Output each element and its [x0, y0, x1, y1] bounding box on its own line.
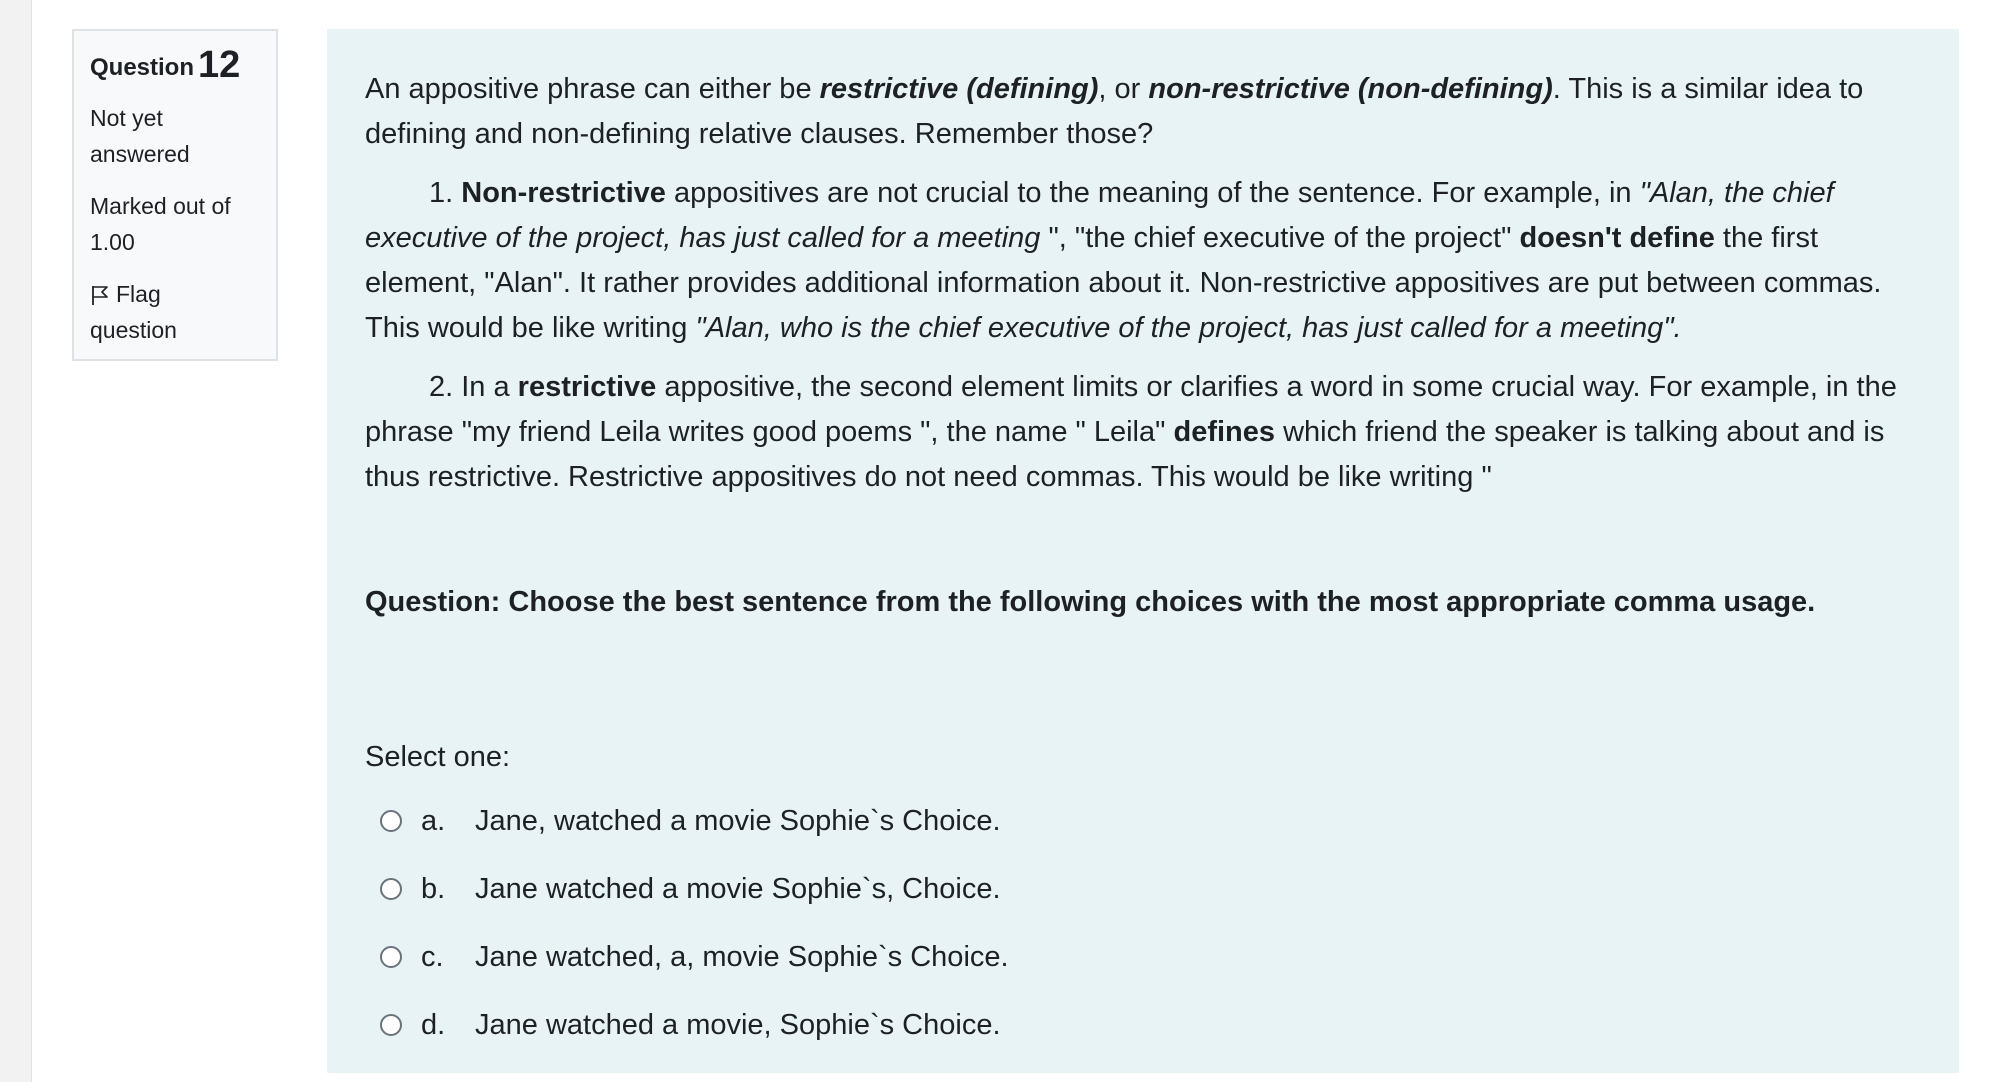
select-one-prompt: Select one: [365, 741, 511, 773]
radio-icon[interactable] [380, 1014, 402, 1036]
answer-option-d[interactable]: d. Jane watched a movie, Sophie`s Choice… [365, 991, 1921, 1059]
radio-icon[interactable] [380, 878, 402, 900]
radio-icon[interactable] [380, 946, 402, 968]
answer-letter: a. [421, 804, 446, 837]
flag-question-link[interactable]: Flag question [90, 276, 260, 348]
question-heading: Question 12 [90, 45, 260, 88]
answer-text: Jane watched a movie, Sophie`s Choice. [475, 1008, 1001, 1041]
question-label: Question [90, 54, 195, 81]
question-info-panel: Question 12 Not yet answered Marked out o… [72, 29, 278, 361]
point1-bold-2: doesn't define [1519, 222, 1715, 254]
point2-bold-1: restrictive [517, 371, 657, 403]
question-text: An appositive phrase can either be restr… [365, 67, 1921, 625]
point1-text-3: ", "the chief executive of the project" [1048, 222, 1520, 254]
radio-icon[interactable] [380, 810, 402, 832]
question-prompt: Question: Choose the best sentence from … [365, 586, 1816, 618]
point2-bold-2: defines [1173, 416, 1276, 448]
question-number: 12 [198, 44, 241, 86]
intro-bold-non-restrictive: non-restrictive (non-defining) [1148, 73, 1553, 105]
answer-text: Jane, watched a movie Sophie`s Choice. [475, 804, 1001, 837]
flag-label-line-2: question [90, 317, 177, 343]
intro-text-2: , or [1098, 73, 1149, 105]
answer-letter: b. [421, 872, 446, 905]
answer-letter: c. [421, 940, 444, 973]
intro-bold-restrictive: restrictive (defining) [819, 73, 1099, 105]
left-drawer-strip [0, 0, 32, 1082]
flag-icon [92, 286, 108, 305]
page: Question 12 Not yet answered Marked out o… [0, 0, 2006, 1082]
point1-text-1: 1. [429, 177, 462, 209]
intro-text-1: An appositive phrase can either be [365, 73, 820, 105]
answer-option-c[interactable]: c. Jane watched, a, movie Sophie`s Choic… [365, 923, 1921, 991]
point-2-paragraph: 2. In a restrictive appositive, the seco… [365, 365, 1921, 500]
point2-text-1: 2. In a [429, 371, 518, 403]
answer-options: a. Jane, watched a movie Sophie`s Choice… [365, 787, 1921, 1059]
answer-option-b[interactable]: b. Jane watched a movie Sophie`s, Choice… [365, 855, 1921, 923]
answer-text: Jane watched, a, movie Sophie`s Choice. [475, 940, 1009, 973]
intro-paragraph: An appositive phrase can either be restr… [365, 67, 1921, 157]
status-line-1: Not yet [90, 105, 163, 131]
status-line-2: answered [90, 141, 190, 167]
answer-option-a[interactable]: a. Jane, watched a movie Sophie`s Choice… [365, 787, 1921, 855]
point1-italic-2: "Alan, who is the chief executive of the… [695, 312, 1682, 344]
question-status: Not yet answered [90, 100, 260, 172]
answer-letter: d. [421, 1008, 446, 1041]
question-grade: Marked out of 1.00 [90, 188, 260, 260]
point-1-paragraph: 1. Non-restrictive appositives are not c… [365, 171, 1921, 351]
flag-label-line-1: Flag [116, 281, 161, 307]
point1-bold-1: Non-restrictive [461, 177, 666, 209]
answer-text: Jane watched a movie Sophie`s, Choice. [475, 872, 1001, 905]
grade-line-1: Marked out of [90, 193, 231, 219]
point1-text-2: appositives are not crucial to the meani… [665, 177, 1640, 209]
grade-line-2: 1.00 [90, 229, 135, 255]
question-content: An appositive phrase can either be restr… [327, 29, 1959, 1073]
